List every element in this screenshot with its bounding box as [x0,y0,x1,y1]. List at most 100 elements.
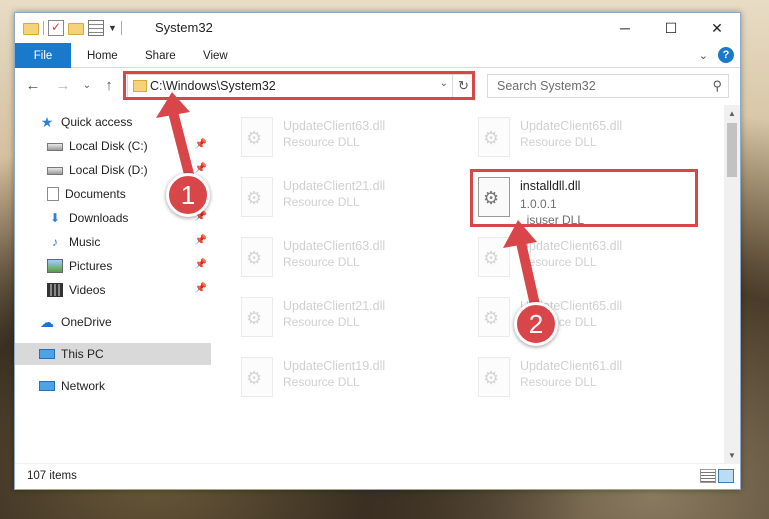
file-type: Resource DLL [283,195,360,209]
file-name: UpdateClient21.dll [283,179,386,193]
tab-view[interactable]: View [203,43,228,68]
ribbon-right: ⌄ ? [699,47,734,63]
window-title: System32 [155,20,213,35]
search-icon[interactable]: ⚲ [712,78,722,94]
nav-item-label: Downloads [69,211,129,225]
forward-button[interactable]: → [53,75,73,95]
tab-home[interactable]: Home [87,43,118,68]
window-controls: ─ ☐ ✕ [602,13,740,43]
nav-item-label: Local Disk (D:) [69,163,148,177]
file-name: UpdateClient21.dll [283,299,386,313]
step-1-badge: 1 [166,173,210,217]
file-list: ⚙ UpdateClient63.dll Resource DLL ⚙ Upda… [225,105,725,461]
nav-item-onedrive[interactable]: ☁ OneDrive [15,311,211,333]
dll-file-icon: ⚙ [241,357,273,397]
details-view-icon[interactable] [700,469,716,483]
pin-icon[interactable]: 📌 [195,139,207,150]
nav-item-label: Videos [69,283,106,297]
dll-file-icon: ⚙ [478,117,510,157]
dll-file-icon: ⚙ [241,117,273,157]
nav-item-quick-access[interactable]: ★ Quick access [15,111,211,133]
file-item[interactable]: ⚙ UpdateClient21.dll Resource DLL [225,293,455,345]
nav-item-pictures[interactable]: Pictures 📌 [15,255,211,277]
ribbon-collapse-icon[interactable]: ⌄ [699,49,708,62]
ribbon-tabs: File Home Share View ⌄ ? [15,43,740,68]
step-2-badge: 2 [514,302,558,346]
minimize-button[interactable]: ─ [602,13,648,43]
view-buttons [700,469,734,483]
onedrive-icon: ☁ [40,313,54,330]
nav-item-label: Network [61,379,106,393]
search-placeholder: Search System32 [497,79,596,93]
nav-item-local-disk-c[interactable]: Local Disk (C:) 📌 [15,135,211,157]
file-item[interactable]: ⚙ UpdateClient63.dll Resource DLL [225,113,455,165]
file-item[interactable]: ⚙ UpdateClient19.dll Resource DLL [225,353,455,405]
file-name: UpdateClient19.dll [283,359,386,373]
file-type: Resource DLL [283,375,360,389]
close-button[interactable]: ✕ [694,13,740,43]
status-bar: 107 items [15,463,740,489]
file-name: UpdateClient65.dll [520,119,623,133]
customize-icon[interactable] [88,20,104,36]
new-folder-icon[interactable] [68,23,84,35]
nav-item-videos[interactable]: Videos 📌 [15,279,211,301]
tab-share[interactable]: Share [145,43,176,68]
dll-file-icon: ⚙ [478,357,510,397]
scroll-up-icon[interactable]: ▲ [724,105,740,121]
downloads-icon: ⬇ [49,211,61,225]
file-type: Resource DLL [283,255,360,269]
nav-item-this-pc[interactable]: This PC [15,343,211,365]
tab-file[interactable]: File [15,43,71,68]
file-item[interactable]: ⚙ UpdateClient65.dll Resource DLL [462,293,692,345]
folder-icon [23,23,39,35]
file-item[interactable]: ⚙ UpdateClient21.dll Resource DLL [225,173,455,225]
scroll-thumb[interactable] [727,123,737,177]
nav-item-label: Local Disk (C:) [69,139,148,153]
maximize-button[interactable]: ☐ [648,13,694,43]
pin-icon[interactable]: 📌 [195,235,207,246]
file-item[interactable]: ⚙ UpdateClient65.dll Resource DLL [462,113,692,165]
toolbar-divider [43,21,44,35]
recent-locations-button[interactable]: ⌄ [77,75,97,95]
scroll-down-icon[interactable]: ▼ [724,447,740,463]
star-icon: ★ [40,113,54,130]
file-name: UpdateClient61.dll [520,359,623,373]
address-highlight-box [123,71,475,100]
pin-icon[interactable]: 📌 [195,259,207,270]
item-count: 107 items [27,470,77,482]
qat-dropdown-icon[interactable]: ▼ [108,23,117,33]
pin-icon[interactable]: 📌 [195,283,207,294]
file-item[interactable]: ⚙ UpdateClient61.dll Resource DLL [462,353,692,405]
documents-icon [47,187,59,201]
nav-item-label: Quick access [61,115,133,129]
dll-file-icon: ⚙ [478,297,510,337]
network-icon [39,381,55,391]
vertical-scrollbar[interactable]: ▲ ▼ [724,105,740,463]
properties-check-icon[interactable] [48,20,64,36]
search-input[interactable]: Search System32 ⚲ [487,74,729,98]
back-button[interactable]: ← [23,75,43,95]
navigation-pane: ★ Quick access Local Disk (C:) 📌 Local D… [15,105,211,461]
toolbar-divider [120,21,122,35]
file-item[interactable]: ⚙ UpdateClient63.dll Resource DLL [462,233,692,285]
nav-item-label: This PC [61,347,104,361]
nav-item-music[interactable]: ♪ Music 📌 [15,231,211,253]
address-row: ← → ⌄ ↑ C:\Windows\System32 ⌄ ↻ Search S… [15,69,740,101]
dll-file-icon: ⚙ [241,237,273,277]
file-name: UpdateClient63.dll [520,239,623,253]
file-type: Resource DLL [520,375,597,389]
file-item[interactable]: ⚙ UpdateClient63.dll Resource DLL [225,233,455,285]
quick-access-toolbar: ▼ [23,19,122,37]
pictures-icon [47,259,63,273]
file-type: Resource DLL [520,135,597,149]
nav-item-label: Documents [65,187,126,201]
dll-file-icon: ⚙ [241,297,273,337]
nav-item-label: Music [69,235,101,249]
up-button[interactable]: ↑ [99,75,119,95]
help-icon[interactable]: ? [718,47,734,63]
pin-icon[interactable]: 📌 [195,163,207,174]
tiles-view-icon[interactable] [718,469,734,483]
this-pc-icon [39,349,55,359]
nav-item-network[interactable]: Network [15,375,211,397]
nav-item-label: Pictures [69,259,113,273]
